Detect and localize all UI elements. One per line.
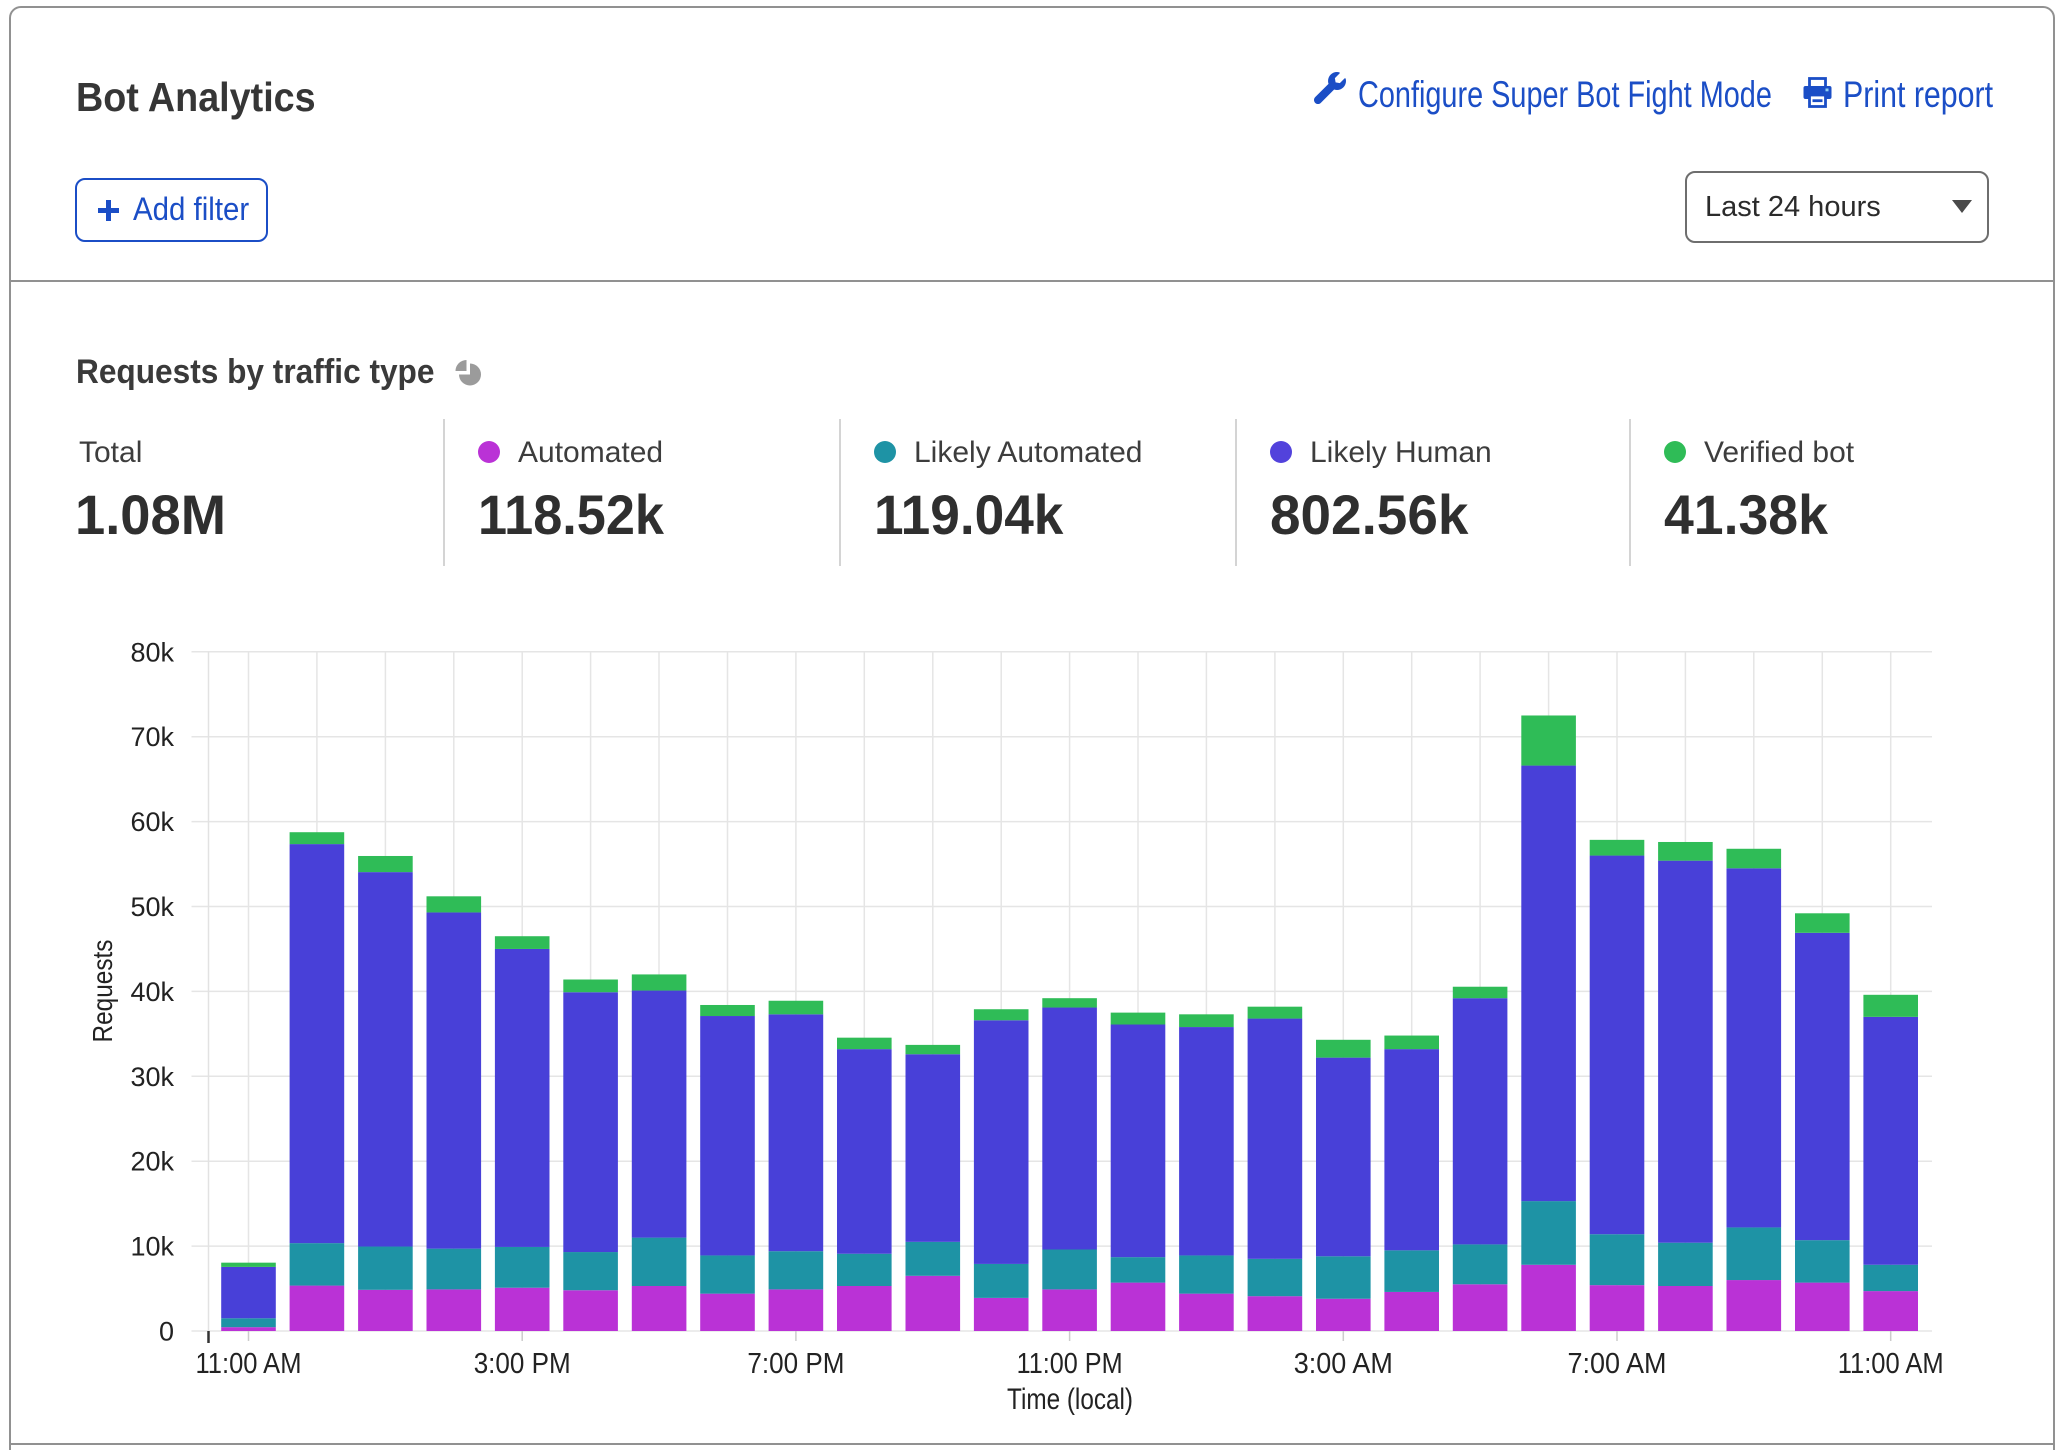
svg-text:3:00 AM: 3:00 AM xyxy=(1294,1348,1393,1380)
svg-text:11:00 AM: 11:00 AM xyxy=(196,1348,302,1380)
svg-text:40k: 40k xyxy=(130,977,174,1007)
svg-text:7:00 AM: 7:00 AM xyxy=(1568,1348,1667,1380)
svg-text:7:00 PM: 7:00 PM xyxy=(747,1348,844,1380)
svg-text:80k: 80k xyxy=(130,637,174,667)
svg-text:20k: 20k xyxy=(130,1147,174,1177)
svg-text:Requests: Requests xyxy=(87,940,118,1043)
svg-text:70k: 70k xyxy=(130,722,174,752)
svg-text:0: 0 xyxy=(159,1317,174,1347)
svg-text:11:00 PM: 11:00 PM xyxy=(1017,1348,1123,1380)
svg-text:60k: 60k xyxy=(130,807,174,837)
svg-text:50k: 50k xyxy=(130,892,174,922)
svg-text:11:00 AM: 11:00 AM xyxy=(1838,1348,1944,1380)
svg-text:Time (local): Time (local) xyxy=(1007,1383,1133,1416)
svg-text:10k: 10k xyxy=(130,1232,174,1262)
svg-text:3:00 PM: 3:00 PM xyxy=(474,1348,571,1380)
svg-text:30k: 30k xyxy=(130,1062,174,1092)
